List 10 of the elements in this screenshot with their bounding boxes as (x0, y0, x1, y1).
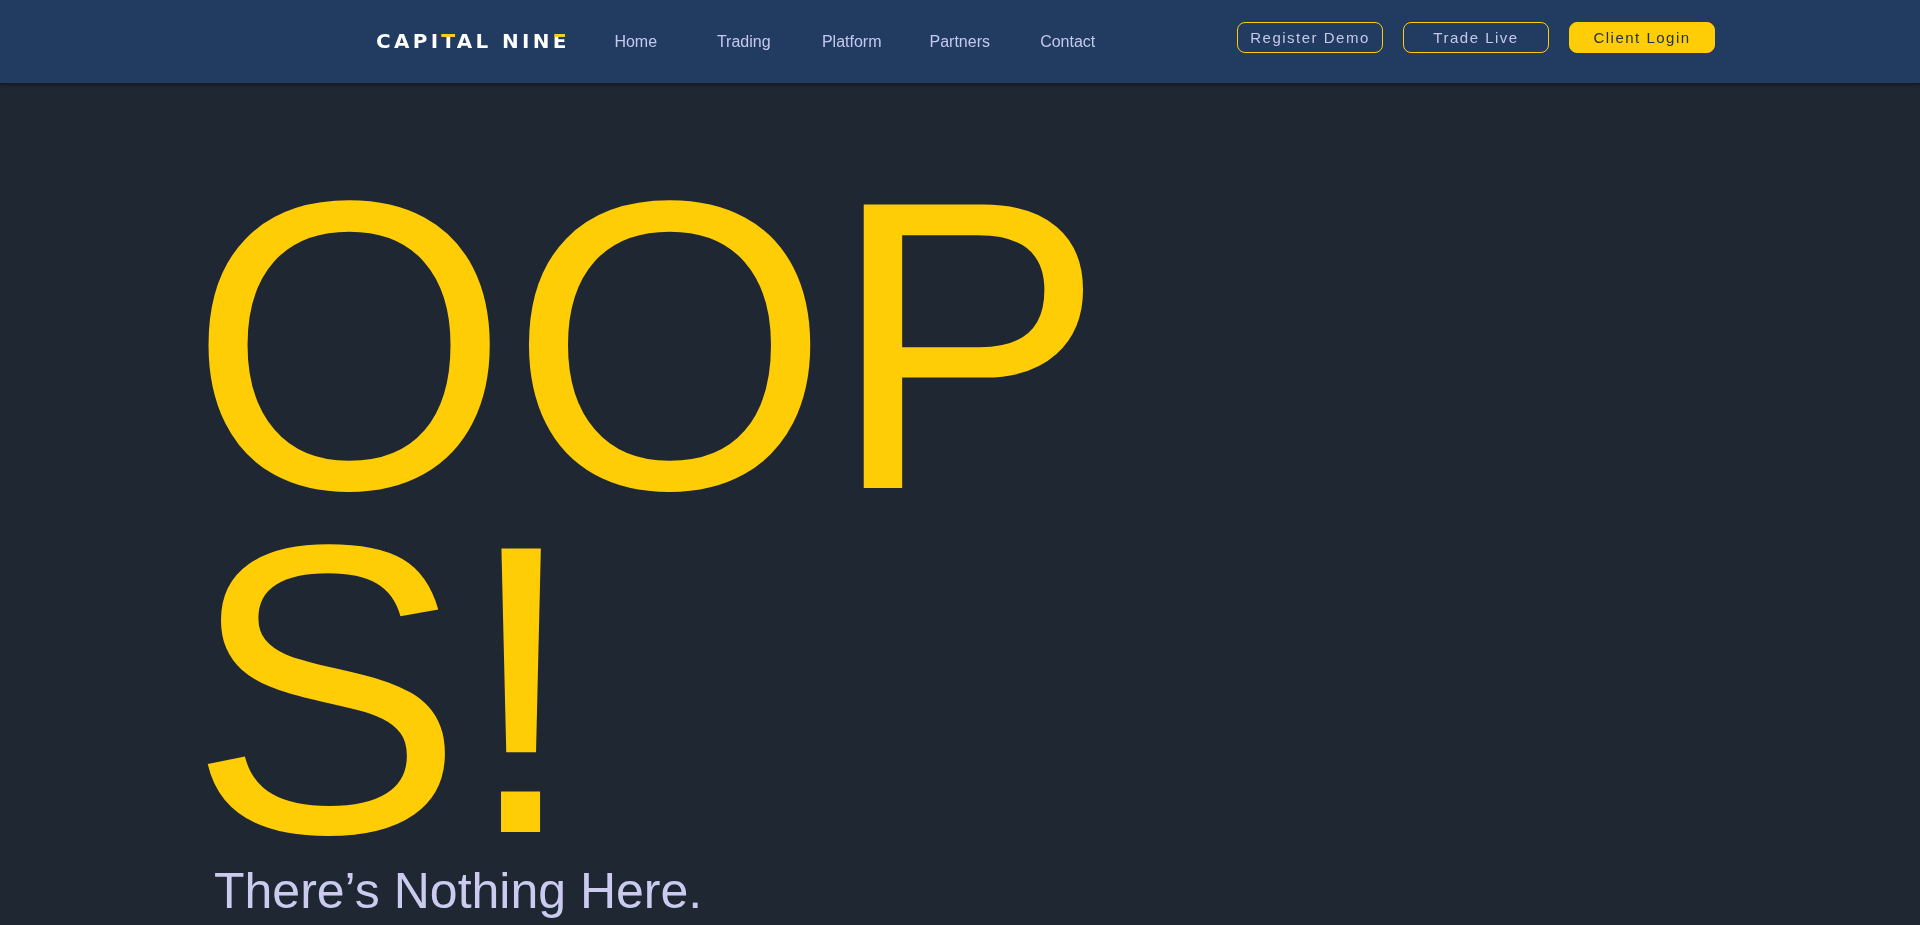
nav-link[interactable]: Home (614, 33, 658, 51)
error-message: There’s Nothing Here. (214, 862, 703, 921)
nav-link[interactable]: Trading (716, 33, 771, 51)
error-heading: OOPS! (189, 173, 1106, 861)
nav-link[interactable]: Contact (1040, 33, 1096, 51)
nav-link[interactable]: Platform (821, 33, 882, 51)
primary-button[interactable]: Client Login (1569, 22, 1715, 53)
nav-link[interactable]: Partners (929, 33, 990, 51)
outline-button[interactable]: Register Demo (1237, 22, 1383, 53)
outline-button[interactable]: Trade Live (1403, 22, 1549, 53)
